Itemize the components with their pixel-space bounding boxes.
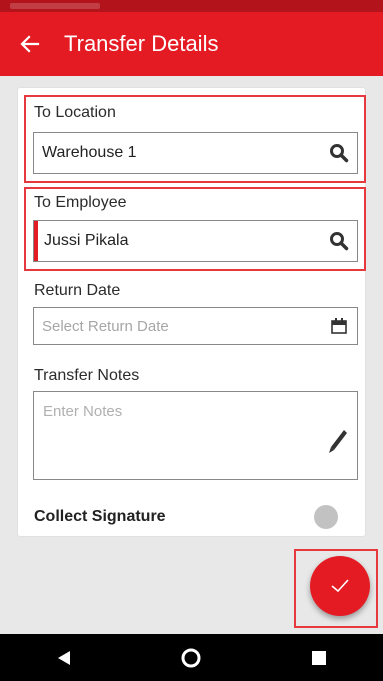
check-icon [331, 579, 349, 593]
home-circle-icon [181, 648, 201, 667]
submit-button[interactable] [310, 556, 370, 616]
status-bar [0, 0, 383, 12]
transfer-notes-field[interactable]: Enter Notes [33, 391, 358, 480]
pencil-icon[interactable] [327, 425, 349, 455]
to-location-field[interactable]: Warehouse 1 [33, 132, 358, 174]
collect-signature-label: Collect Signature [34, 508, 166, 525]
nav-home-button[interactable] [161, 634, 221, 681]
nav-recents-button[interactable] [289, 634, 349, 681]
search-icon[interactable] [321, 231, 357, 251]
transfer-notes-placeholder: Enter Notes [43, 403, 123, 420]
return-date-placeholder: Select Return Date [42, 317, 169, 335]
return-date-field[interactable]: Select Return Date [33, 307, 358, 345]
back-button[interactable] [0, 12, 60, 76]
page-title: Transfer Details [64, 31, 219, 56]
status-icons [10, 3, 100, 9]
arrow-left-icon [20, 35, 40, 53]
transfer-notes-label: Transfer Notes [34, 367, 140, 384]
calendar-icon[interactable] [321, 317, 357, 335]
to-location-value: Warehouse 1 [42, 144, 137, 161]
back-triangle-icon [57, 650, 70, 665]
to-employee-field[interactable]: Jussi Pikala [33, 220, 358, 262]
system-nav-bar [0, 634, 383, 681]
to-location-label: To Location [34, 104, 116, 121]
recents-square-icon [312, 650, 327, 665]
app-bar: Transfer Details [0, 12, 383, 76]
nav-back-button[interactable] [34, 634, 94, 681]
to-employee-value: Jussi Pikala [44, 232, 129, 249]
to-employee-label: To Employee [34, 194, 127, 211]
collect-signature-toggle[interactable] [314, 505, 338, 529]
search-icon[interactable] [321, 143, 357, 163]
return-date-label: Return Date [34, 282, 121, 299]
